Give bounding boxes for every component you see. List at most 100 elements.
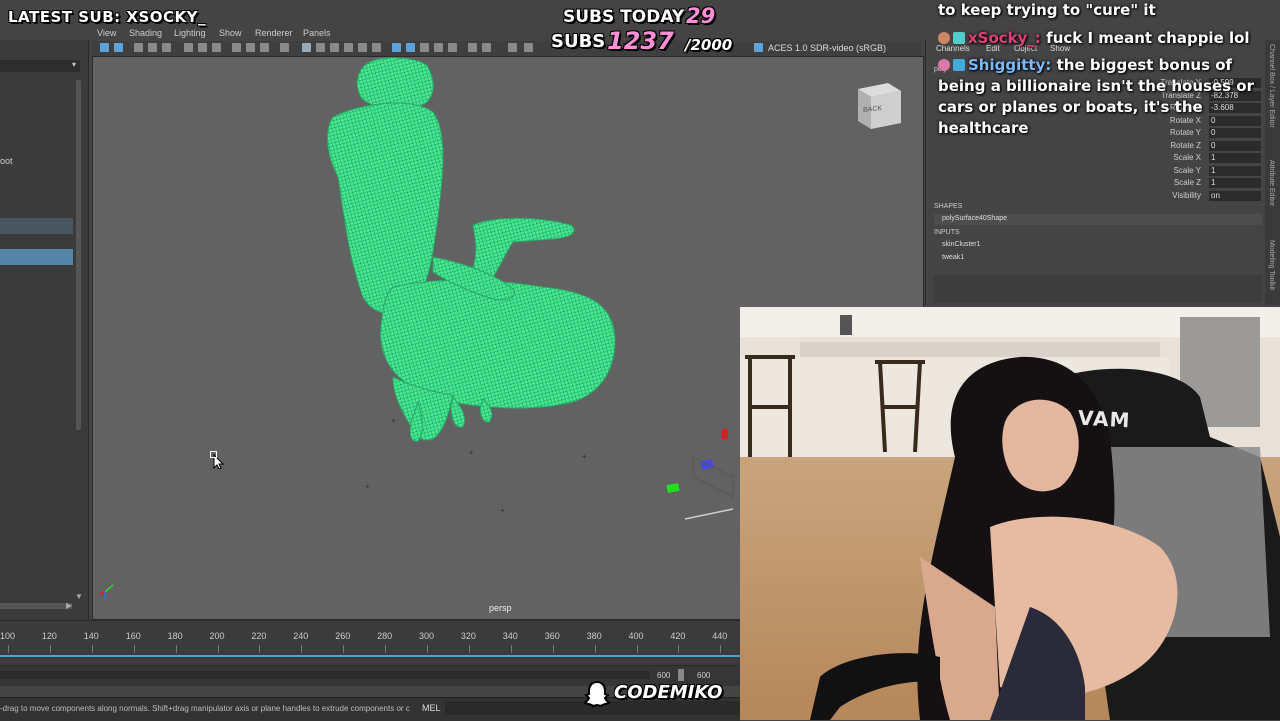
chat-line-1: to keep trying to "cure" it	[938, 1, 1156, 19]
script-language-button[interactable]: MEL	[422, 703, 441, 713]
timeline-tick-label: 180	[167, 631, 183, 641]
input-skin-cluster[interactable]: skinCluster1	[942, 241, 981, 248]
timeline-tick-label: 160	[125, 631, 141, 641]
timeline-tick-mark	[217, 645, 219, 653]
shape-row[interactable]: polySurface40Shape	[934, 214, 1262, 225]
isolate-select-icon[interactable]	[420, 43, 429, 52]
grid-icon[interactable]	[162, 43, 171, 52]
timeline-tick-mark	[91, 645, 93, 653]
timeline-tick-mark	[301, 645, 303, 653]
timeline-tick-mark	[427, 645, 428, 653]
use-all-lights-icon[interactable]	[358, 43, 367, 52]
safe-action-icon[interactable]	[246, 43, 255, 52]
menu-renderer[interactable]: Renderer	[255, 28, 293, 38]
input-tweak[interactable]: tweak1	[942, 254, 964, 261]
menu-lighting[interactable]: Lighting	[174, 28, 206, 38]
chair-logo: VAM	[1077, 405, 1132, 433]
scroll-down-icon[interactable]: ▼	[75, 592, 83, 601]
timeline-tick-mark	[259, 645, 261, 653]
time-slider[interactable]: 100 120 140 160 180 200 220 240 260 280 300 320 340 3…	[0, 620, 740, 666]
svg-text:+: +	[391, 416, 396, 425]
camera-attributes-icon[interactable]	[114, 43, 123, 52]
field-chart-icon[interactable]	[232, 43, 241, 52]
menu-shading[interactable]: Shading	[129, 28, 162, 38]
image-plane-icon[interactable]	[148, 43, 157, 52]
range-start[interactable]: 600	[657, 671, 670, 680]
svg-text:+: +	[365, 482, 370, 491]
menu-view[interactable]: View	[97, 28, 116, 38]
subs-count: 1237	[607, 27, 674, 55]
outliner-item-selected[interactable]	[0, 249, 73, 265]
shadows-icon[interactable]	[372, 43, 381, 52]
resolution-gate-icon[interactable]	[198, 43, 207, 52]
timeline-tick-mark	[175, 645, 177, 653]
film-gate-icon[interactable]	[184, 43, 193, 52]
outliner-scrollbar[interactable]	[76, 80, 81, 430]
wireframe-on-shaded-icon[interactable]	[330, 43, 339, 52]
axis-gizmo	[98, 584, 114, 599]
channel-label[interactable]: Scale X	[1173, 153, 1201, 162]
latest-sub-banner: LATEST SUB: XSOCKY_	[8, 8, 206, 26]
channel-label[interactable]: Rotate Z	[1170, 141, 1201, 150]
scroll-right-icon[interactable]: ▶	[66, 601, 72, 610]
smooth-shade-icon[interactable]	[316, 43, 325, 52]
channel-value-field[interactable]: 0	[1209, 140, 1261, 151]
multisample-icon[interactable]	[468, 43, 477, 52]
outliner-item[interactable]: oot	[0, 156, 13, 166]
select-camera-icon[interactable]	[100, 43, 109, 52]
depth-of-field-icon[interactable]	[482, 43, 491, 52]
chevron-down-icon[interactable]: ▾	[72, 60, 76, 69]
tab-attribute-editor[interactable]: Attribute Editor	[1268, 160, 1275, 206]
chair-mesh[interactable]	[327, 57, 616, 442]
color-management-icon[interactable]	[754, 43, 763, 52]
timeline-tick-mark	[343, 645, 345, 653]
channel-value-field[interactable]: on	[1209, 190, 1261, 201]
channel-value-field[interactable]: 1	[1209, 178, 1261, 188]
outliner-filter[interactable]: ▾	[0, 60, 80, 72]
snapchat-ghost-icon	[583, 680, 611, 708]
chat-username[interactable]: Shiggitty:	[968, 56, 1051, 74]
channel-value-field[interactable]: 1	[1209, 153, 1261, 163]
layer-editor-area	[934, 275, 1262, 303]
bookmark-icon[interactable]	[134, 43, 143, 52]
webcam-feed: VAM	[740, 307, 1280, 720]
viewport-toolbar: ACES 1.0 SDR-video (sRGB)	[92, 41, 922, 57]
scene-locators: + + + + +	[365, 416, 587, 515]
motion-blur-icon[interactable]	[448, 43, 457, 52]
subs-today-count: 29	[686, 4, 716, 28]
timeline-tick-mark	[678, 645, 680, 653]
menu-show[interactable]: Show	[219, 28, 242, 38]
range-track[interactable]	[0, 671, 650, 679]
svg-text:+: +	[582, 452, 587, 461]
range-end[interactable]: 600	[697, 671, 710, 680]
timeline-tick-label: 380	[586, 631, 602, 641]
timeline-tick-label: 140	[83, 631, 99, 641]
subs-today-label: SUBS TODAY	[563, 7, 685, 27]
ambient-occlusion-icon[interactable]	[434, 43, 443, 52]
range-handle[interactable]	[678, 669, 684, 681]
xray-joints-icon[interactable]	[406, 43, 415, 52]
xray-icon[interactable]	[392, 43, 401, 52]
channel-label[interactable]: Visibility	[1172, 191, 1201, 200]
exposure-icon[interactable]	[508, 43, 517, 52]
chat-username[interactable]: xSocky_:	[968, 29, 1041, 47]
outliner-item-highlight[interactable]	[0, 218, 73, 234]
gate-mask-icon[interactable]	[212, 43, 221, 52]
pan-zoom-icon[interactable]	[280, 43, 289, 52]
textured-icon[interactable]	[344, 43, 353, 52]
safe-title-icon[interactable]	[260, 43, 269, 52]
color-space-dropdown[interactable]: ACES 1.0 SDR-video (sRGB)	[768, 43, 886, 53]
wireframe-icon[interactable]	[302, 43, 311, 52]
timeline-playhead-bar	[0, 655, 740, 657]
manipulator-x-handle	[722, 429, 728, 439]
channel-value-field[interactable]: 1	[1209, 165, 1261, 176]
timeline-tick-mark	[720, 645, 722, 653]
tab-modeling-toolkit[interactable]: Modeling Toolkit	[1268, 240, 1275, 290]
channel-label[interactable]: Scale Z	[1174, 178, 1201, 187]
subs-goal: /2000	[685, 36, 733, 54]
timeline-tick-mark	[594, 645, 596, 653]
outliner-hscroll[interactable]	[0, 603, 72, 609]
gamma-icon[interactable]	[524, 43, 533, 52]
menu-panels[interactable]: Panels	[303, 28, 331, 38]
channel-label[interactable]: Scale Y	[1174, 166, 1201, 175]
